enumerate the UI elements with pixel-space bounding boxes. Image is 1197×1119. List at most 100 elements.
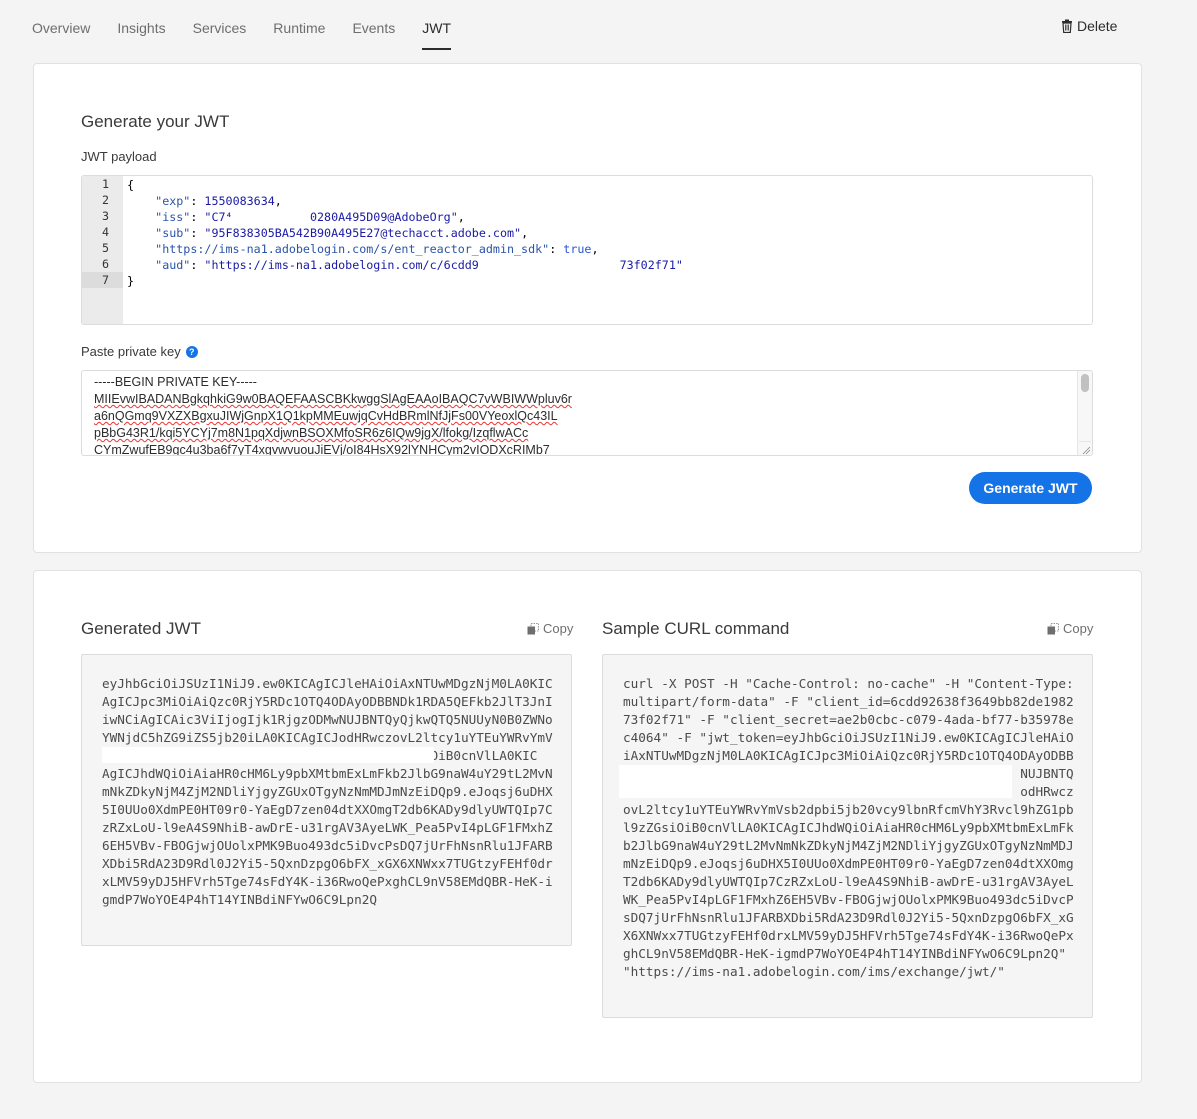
line-number: 5 bbox=[101, 241, 109, 255]
jwt-line: zRZxLoU-l9eA4S9NhiB-awDrE-u31rgAV3AyeLWK… bbox=[102, 820, 553, 835]
generate-jwt-button[interactable]: Generate JWT bbox=[969, 472, 1092, 504]
generated-jwt-title: Generated JWT bbox=[81, 619, 201, 638]
jwt-line: 5I0UUo0XdmPE0HT09r0-YaEgD7zen04dtXXOmgT2… bbox=[102, 802, 553, 817]
line-number: 4 bbox=[101, 225, 109, 239]
code-token: "C7⁴ 0280A495D09@AdobeOrg" bbox=[204, 210, 458, 224]
key-line: MIIEvwIBADANBgkqhkiG9w0BAQEFAASCBKkwggSl… bbox=[94, 392, 572, 406]
help-icon[interactable]: ? bbox=[185, 345, 198, 358]
code-line: } bbox=[127, 273, 683, 289]
code-token: "exp" bbox=[155, 194, 191, 208]
key-line: a6nQGmq9VXZXBgxuJIWjGnpX1Q1kpMMEuwjqCvHd… bbox=[94, 409, 558, 423]
payload-editor[interactable]: 1 2 3 4 5 67 { "exp": 1550083634, "iss": "C7⁴… bbox=[81, 175, 1093, 325]
code-token: "aud" bbox=[155, 258, 191, 272]
jwt-line: AgICJhdWQiOiAiaHR0cHM6Ly9pbXMtbmExLmFkb2… bbox=[102, 766, 553, 781]
code-token: 1550083634 bbox=[204, 194, 275, 208]
jwt-line: XDbi5RdA23D9Rdl0J2Yi5-5QxnDzpgO6bFX_xGX6… bbox=[102, 856, 553, 871]
jwt-line: mNkZDkyNjM4ZjM2NDliYjgyZGUxOTgyNzNmMDJmN… bbox=[102, 784, 553, 799]
key-line: CYmZwufEB9gc4u3ba6f7yT4xgvwvuouJiEVj/oI8… bbox=[94, 443, 550, 456]
payload-label-text: JWT payload bbox=[81, 149, 157, 164]
jwt-line: AgICJpc3MiOiAiQzc0RjY5RDc1OTQ4ODAyODBBND… bbox=[102, 694, 553, 709]
line-number: 1 bbox=[101, 177, 109, 191]
tab-jwt[interactable]: JWT bbox=[422, 18, 451, 50]
code-token: , bbox=[591, 242, 599, 256]
redaction bbox=[102, 747, 434, 763]
output-card: Generated JWT Copy Sample CURL command C… bbox=[33, 570, 1142, 1083]
code-token: : bbox=[190, 226, 205, 240]
copy-label: Copy bbox=[1063, 621, 1094, 636]
curl-line: c4064" -F "jwt_token=eyJhbGciOiJSUzI1NiJ… bbox=[623, 730, 1074, 745]
jwt-line: eyJhbGciOiJSUzI1NiJ9.ew0KICAgICJleHAiOiA… bbox=[102, 676, 553, 691]
copy-label: Copy bbox=[543, 621, 574, 636]
code-token: : bbox=[190, 258, 205, 272]
curl-line: "https://ims-na1.adobelogin.com/ims/exch… bbox=[623, 964, 1005, 979]
curl-line: l9zZGsiOiB0cnVlLA0KICAgICJhdWQiOiAiaHR0c… bbox=[623, 820, 1074, 835]
line-number: 6 bbox=[101, 257, 109, 271]
line-number: 2 bbox=[101, 193, 109, 207]
scrollbar-thumb[interactable] bbox=[1081, 374, 1089, 392]
code-token: "https://ims-na1.adobelogin.com/s/ent_re… bbox=[155, 242, 550, 256]
copy-curl-button[interactable]: Copy bbox=[1047, 621, 1093, 636]
code-line: "iss": "C7⁴ 0280A495D09@AdobeOrg", bbox=[127, 209, 683, 225]
curl-title: Sample CURL command bbox=[602, 619, 790, 638]
payload-code[interactable]: { "exp": 1550083634, "iss": "C7⁴ 0280A49… bbox=[127, 177, 683, 289]
delete-label: Delete bbox=[1077, 18, 1118, 34]
code-line: "https://ims-na1.adobelogin.com/s/ent_re… bbox=[127, 241, 683, 257]
tab-overview[interactable]: Overview bbox=[32, 18, 90, 42]
tab-events[interactable]: Events bbox=[352, 18, 395, 42]
code-token: : bbox=[190, 194, 205, 208]
code-token: { bbox=[127, 178, 135, 192]
code-line: "sub": "95F838305BA542B90A495E27@techacc… bbox=[127, 225, 683, 241]
payload-label: JWT payload bbox=[81, 149, 157, 164]
copy-jwt-button[interactable]: Copy bbox=[527, 621, 573, 636]
private-key-text: -----BEGIN PRIVATE KEY----- MIIEvwIBADANB… bbox=[94, 374, 572, 456]
jwt-line: xLMV59yDJ5HFVrh5Tge74sFdY4K-i36RwoQePxgh… bbox=[102, 874, 553, 889]
curl-command-box[interactable]: curl -X POST -H "Cache-Control: no-cache… bbox=[602, 654, 1093, 1018]
generate-title: Generate your JWT bbox=[81, 112, 230, 131]
jwt-line: 6EH5VBv-FBOGjwjOUolxPMK9Buo493dc5iDvcPsD… bbox=[102, 838, 553, 853]
private-key-textarea[interactable]: -----BEGIN PRIVATE KEY----- MIIEvwIBADANB… bbox=[81, 370, 1093, 456]
curl-line: b2JlbG9naW4uY29tL2MvNmNkZDkyNjM4ZjM2NDli… bbox=[623, 838, 1074, 853]
code-token: "sub" bbox=[155, 226, 191, 240]
line-number: 3 bbox=[101, 209, 109, 223]
code-token: } bbox=[127, 274, 135, 288]
generated-jwt-box[interactable]: eyJhbGciOiJSUzI1NiJ9.ew0KICAgICJleHAiOiA… bbox=[81, 654, 572, 946]
trash-icon bbox=[1062, 19, 1072, 33]
curl-line: iAxNTUwMDgzNjM0LA0KICAgICJpc3MiOiAiQzc0R… bbox=[623, 748, 1074, 763]
curl-line: multipart/form-data" -F "client_id=6cdd9… bbox=[623, 694, 1074, 709]
delete-button[interactable]: Delete bbox=[1061, 18, 1117, 34]
line-number-gutter: 1 2 3 4 5 67 bbox=[82, 176, 123, 324]
code-token: , bbox=[521, 226, 529, 240]
key-line: -----BEGIN PRIVATE KEY----- bbox=[94, 375, 257, 389]
code-line: { bbox=[127, 177, 683, 193]
code-token: , bbox=[274, 194, 282, 208]
tab-insights[interactable]: Insights bbox=[117, 18, 165, 42]
curl-line: curl -X POST -H "Cache-Control: no-cache… bbox=[623, 676, 1074, 691]
curl-line: sDQ7jUrFhNsnRlu1JFARBXDbi5RdA23D9Rdl0J2Y… bbox=[623, 910, 1074, 925]
redaction bbox=[619, 765, 1012, 798]
tab-runtime[interactable]: Runtime bbox=[273, 18, 325, 42]
generate-jwt-card: Generate your JWT JWT payload 1 2 3 4 5 67 { … bbox=[33, 63, 1142, 553]
curl-command-text[interactable]: curl -X POST -H "Cache-Control: no-cache… bbox=[623, 675, 1074, 981]
code-token: "https://ims-na1.adobelogin.com/c/6cdd9 … bbox=[204, 258, 683, 272]
line-number: 7 bbox=[82, 272, 123, 288]
resize-handle-icon[interactable] bbox=[1079, 441, 1091, 455]
curl-line: mNzEiDQp9.eJoqsj6uDHX5I0UUo0XdmPE0HT09r0… bbox=[623, 856, 1074, 871]
tab-bar: Overview Insights Services Runtime Events JWT bbox=[32, 18, 478, 50]
tab-services[interactable]: Services bbox=[193, 18, 247, 42]
jwt-line: iwNCiAgICAic3ViIjogIjk1RjgzODMwNUJBNTQyQ… bbox=[102, 712, 553, 727]
copy-icon bbox=[527, 622, 539, 634]
code-token: true bbox=[563, 242, 592, 256]
jwt-line: gmdP7WoYOE4P4hT14YINBdiNFYwO6C9Lpn2Q bbox=[102, 892, 377, 907]
code-token: : bbox=[549, 242, 564, 256]
code-token: : bbox=[190, 210, 205, 224]
generated-jwt-text[interactable]: eyJhbGciOiJSUzI1NiJ9.ew0KICAgICJleHAiOiA… bbox=[102, 675, 553, 909]
private-key-label: Paste private key ? bbox=[81, 344, 198, 359]
code-line: "exp": 1550083634, bbox=[127, 193, 683, 209]
key-line: pBbG43R1/kqi5YCYj7m8N1pqXdjwnBSOXMfoSR6z… bbox=[94, 426, 529, 440]
curl-line: ghCL9nV58EMdQBR-HeK-igmdP7WoYOE4P4hT14YI… bbox=[623, 946, 1067, 961]
